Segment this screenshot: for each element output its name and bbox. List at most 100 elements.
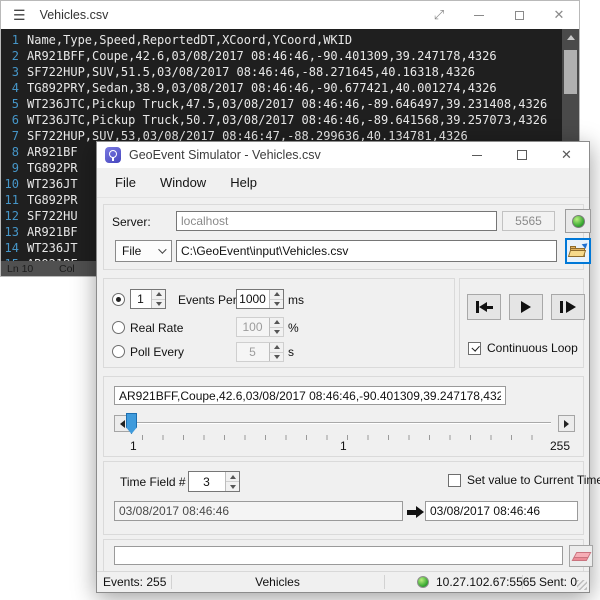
server-port-input[interactable]	[502, 211, 555, 231]
spin-up-icon[interactable]	[226, 472, 239, 481]
minimize-icon[interactable]	[454, 142, 499, 168]
step-to-start-button[interactable]	[467, 294, 501, 320]
source-type-value: File	[122, 244, 141, 258]
line-text: SF722HUP,SUV,51.5,03/08/2017 08:46:46,-8…	[27, 64, 475, 80]
csv-line: 4TG892PRY,Sedan,38.9,03/08/2017 08:46:46…	[1, 80, 562, 96]
spin-down-icon[interactable]	[226, 481, 239, 491]
line-number: 14	[1, 240, 27, 256]
events-per-radio[interactable]	[112, 293, 125, 306]
browse-button[interactable]	[565, 238, 591, 264]
spin-up-icon[interactable]	[270, 290, 283, 299]
line-number: 12	[1, 208, 27, 224]
arrow-right-icon	[407, 506, 424, 518]
line-number: 5	[1, 96, 27, 112]
interval-spinner[interactable]: 1000	[236, 289, 284, 309]
time-to-input[interactable]	[425, 501, 578, 521]
menu-window[interactable]: Window	[148, 171, 218, 194]
csv-line: 1Name,Type,Speed,ReportedDT,XCoord,YCoor…	[1, 32, 562, 48]
open-folder-icon	[570, 246, 586, 257]
server-label: Server:	[112, 215, 151, 229]
real-rate-spinner: 100	[236, 317, 284, 337]
event-slider-track[interactable]	[136, 422, 551, 424]
scrollbar-thumb[interactable]	[564, 50, 577, 94]
real-rate-label: Real Rate	[130, 321, 183, 335]
play-button[interactable]	[509, 294, 543, 320]
continuous-loop-row: Continuous Loop	[468, 341, 578, 355]
close-icon[interactable]: ✕	[544, 142, 589, 168]
status-events-count: Events: 255	[103, 572, 166, 592]
poll-every-radio[interactable]	[112, 345, 125, 358]
close-icon[interactable]: ✕	[539, 1, 579, 29]
geoevent-logo-icon	[105, 147, 121, 163]
clear-button[interactable]	[569, 545, 593, 567]
sim-statusbar: Events: 255 Vehicles 10.27.102.67:5565 S…	[97, 571, 589, 592]
play-icon	[521, 301, 531, 313]
maximize-icon[interactable]	[499, 142, 544, 168]
progress-output-input[interactable]	[114, 546, 563, 565]
hamburger-menu-icon[interactable]: ☰	[13, 7, 26, 24]
event-group: 1 1 255	[103, 376, 584, 457]
connect-button[interactable]	[565, 209, 591, 233]
step-forward-button[interactable]	[551, 294, 585, 320]
csv-line: 6WT236JTC,Pickup Truck,50.7,03/08/2017 0…	[1, 112, 562, 128]
line-text: Name,Type,Speed,ReportedDT,XCoord,YCoord…	[27, 32, 352, 48]
rate-group: 1 Events Per 1000 ms Real Rate 100 % Pol…	[103, 278, 455, 368]
line-number: 9	[1, 160, 27, 176]
csv-titlebar: ☰ Vehicles.csv ⤢ ✕	[1, 1, 579, 29]
time-field-spinner[interactable]: 3	[188, 471, 240, 492]
poll-unit-label: s	[288, 345, 294, 359]
resize-grip[interactable]	[577, 580, 587, 590]
sim-menubar: File Window Help	[97, 168, 589, 198]
menu-file[interactable]: File	[103, 171, 148, 194]
line-text: WT236JT	[27, 240, 78, 256]
column-indicator: Col	[59, 263, 75, 275]
set-current-time-checkbox[interactable]	[448, 474, 461, 487]
playback-group: Continuous Loop	[459, 278, 584, 368]
continuous-loop-checkbox[interactable]	[468, 342, 481, 355]
status-sent-count: Sent: 0	[539, 572, 577, 592]
status-green-icon	[417, 576, 429, 588]
spin-down-icon[interactable]	[152, 299, 165, 309]
time-from-input[interactable]	[114, 501, 403, 521]
line-number: 4	[1, 80, 27, 96]
line-text: AR921BFF,Coupe,42.6,03/08/2017 08:46:46,…	[27, 48, 497, 64]
status-feed-name: Vehicles	[171, 572, 384, 592]
line-number: 7	[1, 128, 27, 144]
eraser-icon	[571, 552, 591, 561]
interval-unit-label: ms	[288, 293, 304, 307]
file-path-input[interactable]	[176, 240, 557, 262]
server-host-input[interactable]	[176, 211, 497, 231]
spin-down-icon[interactable]	[270, 299, 283, 309]
slider-right-button[interactable]	[558, 415, 575, 432]
line-number: 11	[1, 192, 27, 208]
line-indicator: Ln 10	[7, 263, 33, 275]
line-text: TG892PR	[27, 160, 78, 176]
line-number: 1	[1, 32, 27, 48]
menu-help[interactable]: Help	[218, 171, 269, 194]
csv-line: 2AR921BFF,Coupe,42.6,03/08/2017 08:46:46…	[1, 48, 562, 64]
time-group: Time Field # 3 Set value to Current Time	[103, 461, 584, 535]
csv-window-controls: ⤢ ✕	[419, 1, 579, 29]
scroll-up-icon[interactable]	[562, 29, 579, 45]
source-type-dropdown[interactable]: File	[115, 240, 172, 262]
connection-status-icon	[572, 215, 585, 228]
line-text: TG892PRY,Sedan,38.9,03/08/2017 08:46:46,…	[27, 80, 497, 96]
sim-window-title: GeoEvent Simulator - Vehicles.csv	[129, 148, 321, 162]
line-text: TG892PR	[27, 192, 78, 208]
events-count-spinner[interactable]: 1	[130, 289, 166, 309]
line-text: SF722HU	[27, 208, 78, 224]
chevron-down-icon	[158, 245, 166, 253]
line-number: 10	[1, 176, 27, 192]
fullscreen-icon[interactable]: ⤢	[419, 1, 459, 29]
minimize-icon[interactable]	[459, 1, 499, 29]
current-event-input[interactable]	[114, 386, 506, 405]
sim-window-controls: ✕	[454, 142, 589, 168]
maximize-icon[interactable]	[499, 1, 539, 29]
csv-line: 3SF722HUP,SUV,51.5,03/08/2017 08:46:46,-…	[1, 64, 562, 80]
line-number: 3	[1, 64, 27, 80]
real-rate-radio[interactable]	[112, 321, 125, 334]
line-text: WT236JT	[27, 176, 78, 192]
spin-up-icon[interactable]	[152, 290, 165, 299]
step-forward-icon	[560, 301, 563, 313]
time-field-label: Time Field #	[120, 475, 186, 489]
